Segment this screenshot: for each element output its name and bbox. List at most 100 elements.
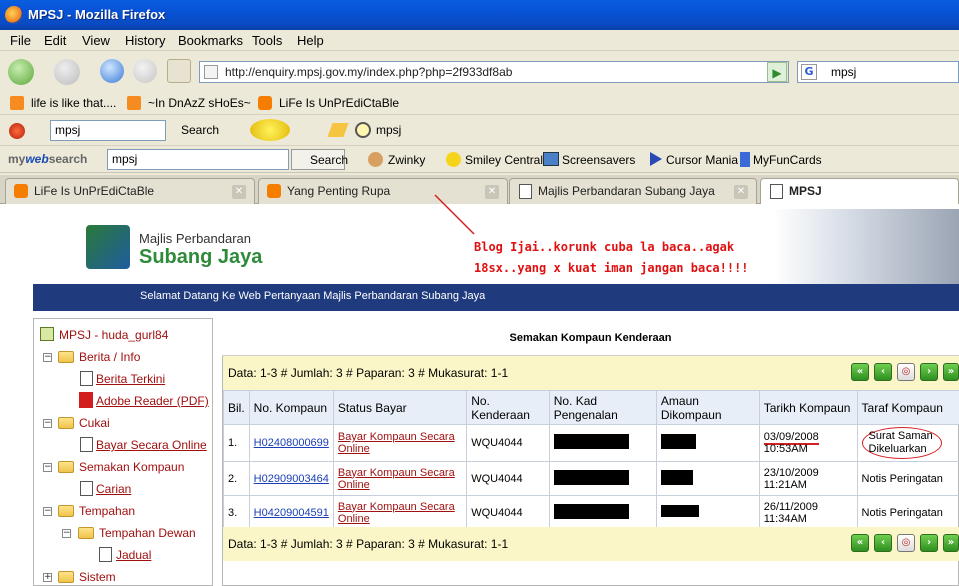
rss-icon — [127, 96, 141, 110]
tree-semakan[interactable]: Semakan Kompaun — [79, 460, 184, 474]
reload-icon[interactable] — [100, 59, 124, 83]
bookmark-3[interactable]: LiFe Is UnPrEdiCtaBle — [279, 96, 399, 110]
myfuncards-link[interactable]: MyFunCards — [753, 153, 822, 167]
expand-icon[interactable]: − — [43, 463, 52, 472]
col-taraf: Taraf Kompaun — [856, 390, 959, 425]
annotation-line1: Blog Ijai..korunk cuba la baca..agak — [474, 240, 735, 254]
url-bar[interactable]: http://enquiry.mpsj.gov.my/index.php?php… — [199, 61, 789, 83]
close-tab-icon[interactable]: ✕ — [232, 185, 246, 199]
expand-icon[interactable]: + — [43, 573, 52, 582]
go-button-icon[interactable]: ▶ — [767, 62, 787, 82]
close-tab-icon[interactable]: ✕ — [734, 185, 748, 199]
annotation-line2: 18sx..yang x kuat iman jangan baca!!!! — [474, 261, 749, 275]
smiley-icon[interactable] — [250, 119, 290, 141]
stop-icon[interactable] — [133, 59, 157, 83]
document-icon — [99, 547, 112, 562]
pager-info: Data: 1-3 # Jumlah: 3 # Paparan: 3 # Muk… — [228, 366, 509, 380]
panel-title: Semakan Kompaun Kenderaan — [222, 322, 959, 356]
search-box[interactable]: G mpsj — [797, 61, 959, 83]
last-page-icon[interactable]: » — [943, 363, 959, 381]
back-icon[interactable] — [8, 59, 34, 85]
find-icon[interactable] — [355, 122, 371, 138]
tree-bayar-online[interactable]: Bayar Secara Online — [96, 438, 207, 452]
expand-icon[interactable]: − — [62, 529, 71, 538]
screensavers-link[interactable]: Screensavers — [562, 153, 635, 167]
menu-tools[interactable]: Tools — [252, 33, 282, 48]
first-page-icon[interactable]: « — [851, 534, 869, 552]
tree-berita-terkini[interactable]: Berita Terkini — [96, 372, 165, 386]
toolbar-search-button[interactable]: Search — [181, 123, 219, 137]
home-icon[interactable] — [167, 59, 191, 83]
compound-number-link[interactable]: H02408000699 — [254, 437, 329, 449]
goto-page-icon[interactable]: ◎ — [897, 363, 915, 381]
annotation-arrow — [434, 194, 475, 235]
expand-icon[interactable]: − — [43, 507, 52, 516]
menu-file[interactable]: File — [10, 33, 31, 48]
ladybug-icon[interactable] — [9, 123, 25, 139]
bookmark-2[interactable]: ~In DnAzZ sHoEs~ — [148, 96, 251, 110]
tab-majlis-perbandaran[interactable]: Majlis Perbandaran Subang Jaya ✕ — [509, 178, 757, 204]
compound-date: 23/10/2009 11:21AM — [758, 461, 858, 496]
redacted-amount — [660, 434, 696, 449]
menu-bookmarks[interactable]: Bookmarks — [178, 33, 243, 48]
expand-icon[interactable]: − — [43, 353, 52, 362]
prev-page-icon[interactable]: ‹ — [874, 534, 892, 552]
cursor-mania-link[interactable]: Cursor Mania — [666, 153, 738, 167]
menu-view[interactable]: View — [82, 33, 110, 48]
page-icon — [770, 184, 783, 199]
tree-carian[interactable]: Carian — [96, 482, 131, 496]
welcome-text: Selamat Datang Ke Web Pertanyaan Majlis … — [140, 290, 486, 302]
menu-help[interactable]: Help — [297, 33, 324, 48]
tree-adobe-reader[interactable]: Adobe Reader (PDF) — [96, 394, 209, 408]
prev-page-icon[interactable]: ‹ — [874, 363, 892, 381]
tree-tempahan-dewan[interactable]: Tempahan Dewan — [99, 526, 196, 540]
goto-page-icon[interactable]: ◎ — [897, 534, 915, 552]
compound-number-link[interactable]: H04209004591 — [254, 507, 329, 519]
toolbar-search-input[interactable]: mpsj — [50, 120, 166, 141]
tree-jadual[interactable]: Jadual — [116, 548, 151, 562]
menu-edit[interactable]: Edit — [44, 33, 66, 48]
close-tab-icon[interactable]: ✕ — [485, 185, 499, 199]
myfuncards-icon — [740, 152, 750, 167]
tab-mpsj[interactable]: MPSJ — [760, 178, 959, 204]
expand-icon[interactable]: − — [43, 419, 52, 428]
compound-number-link[interactable]: H02909003464 — [254, 473, 329, 485]
menu-history[interactable]: History — [125, 33, 165, 48]
mws-search-input[interactable]: mpsj — [107, 149, 289, 170]
folder-icon — [58, 351, 74, 363]
bookmark-1[interactable]: life is like that.... — [31, 96, 116, 110]
row-bil: 1. — [223, 424, 250, 462]
tree-root[interactable]: MPSJ - huda_gurl84 — [59, 328, 168, 342]
next-page-icon[interactable]: › — [920, 363, 938, 381]
folder-icon — [78, 527, 94, 539]
table-row: 3. H04209004591 Bayar Kompaun Secara Onl… — [223, 495, 959, 530]
first-page-icon[interactable]: « — [851, 363, 869, 381]
mws-search-button[interactable]: Search — [291, 149, 348, 170]
pay-online-link[interactable]: Bayar Kompaun Secara Online — [338, 501, 455, 525]
forward-icon[interactable] — [54, 59, 80, 85]
tree-tempahan[interactable]: Tempahan — [79, 504, 135, 518]
redacted-ic — [553, 503, 629, 519]
tree-berita[interactable]: Berita / Info — [79, 350, 140, 364]
window-title: MPSJ - Mozilla Firefox — [28, 7, 166, 22]
pager-bottom: Data: 1-3 # Jumlah: 3 # Paparan: 3 # Muk… — [223, 527, 959, 561]
pager-info: Data: 1-3 # Jumlah: 3 # Paparan: 3 # Muk… — [228, 537, 509, 551]
google-icon[interactable]: G — [801, 64, 817, 80]
row-bil: 3. — [223, 495, 250, 530]
header-photo — [773, 209, 959, 284]
vehicle-number: WQU4044 — [466, 424, 550, 462]
col-no-kenderaan: No. Kenderaan — [466, 390, 550, 425]
tab-lifeisunpredictable[interactable]: LiFe Is UnPrEdiCtaBle ✕ — [5, 178, 255, 204]
last-page-icon[interactable]: » — [943, 534, 959, 552]
mywebsearch-toolbar: mywebsearch mpsj Search Zwinky Smiley Ce… — [0, 147, 959, 173]
tree-cukai[interactable]: Cukai — [79, 416, 110, 430]
logo-line1: Majlis Perbandaran — [139, 231, 252, 246]
tree-sistem[interactable]: Sistem — [79, 570, 116, 584]
zwinky-link[interactable]: Zwinky — [388, 153, 425, 167]
welcome-band: Selamat Datang Ke Web Pertanyaan Majlis … — [33, 284, 959, 311]
highlighter-icon[interactable] — [327, 123, 349, 137]
pay-online-link[interactable]: Bayar Kompaun Secara Online — [338, 431, 455, 455]
smiley-central-link[interactable]: Smiley Central — [465, 153, 543, 167]
next-page-icon[interactable]: › — [920, 534, 938, 552]
pay-online-link[interactable]: Bayar Kompaun Secara Online — [338, 467, 455, 491]
